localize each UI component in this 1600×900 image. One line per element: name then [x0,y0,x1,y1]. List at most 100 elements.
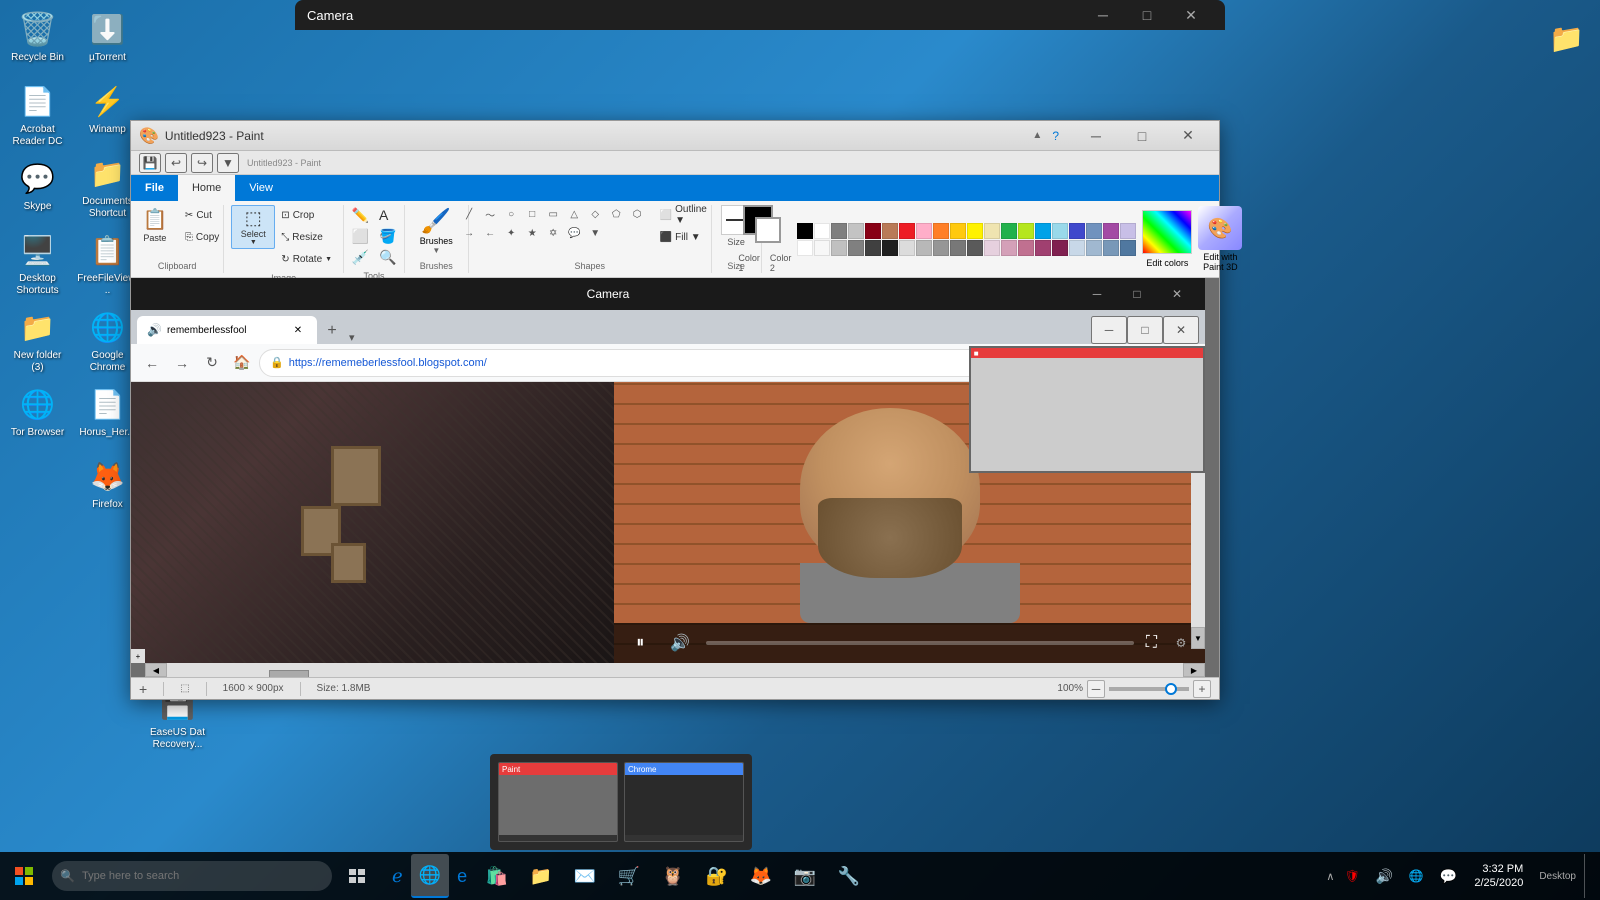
inner-new-tab-button[interactable]: + [319,318,345,344]
taskbar-explorer[interactable]: 📁 [519,854,563,898]
taskbar-chrome[interactable]: 🌐 [411,854,449,898]
scroll-left-btn[interactable]: ◀ [145,663,167,677]
system-clock[interactable]: 3:32 PM 2/25/2020 [1466,862,1531,891]
inner-win-close[interactable]: ✕ [1163,316,1199,344]
taskbar-misc[interactable]: 🔧 [827,854,871,898]
taskbar-edge2[interactable]: e [449,854,475,898]
swatch-steelblue[interactable] [1086,223,1102,239]
qa-redo-button[interactable]: ↪ [191,153,213,173]
desktop-icon-new-folder[interactable]: 📁 New folder (3) [5,303,70,378]
outline-button[interactable]: ⬜ Outline ▼ [656,205,721,225]
inner-camera-maximize[interactable]: □ [1117,280,1157,308]
magnifier-button[interactable]: 🔍 [375,247,400,267]
taskbar-store[interactable]: 🛍️ [475,854,519,898]
eraser-button[interactable]: ⬜ [348,226,373,246]
scroll-down-btn[interactable]: ▼ [1191,627,1205,649]
tray-network[interactable]: 🌐 [1402,862,1430,890]
inner-home-button[interactable]: 🏠 [229,350,255,376]
swatch-black[interactable] [797,223,813,239]
color2-block[interactable] [755,217,781,243]
inner-tab-more-button[interactable]: ▾ [349,331,355,344]
edit-colors-button[interactable] [1142,210,1192,254]
swatch-gray2[interactable] [933,240,949,256]
desktop-icon-topright[interactable]: 📁 [1534,14,1599,84]
shape-callout[interactable]: 💬 [564,224,584,242]
zoom-slider[interactable] [1109,687,1189,691]
inner-win-maximize[interactable]: □ [1127,316,1163,344]
swatch-brown[interactable] [882,223,898,239]
show-desktop-button[interactable] [1584,854,1592,898]
eyedropper-button[interactable]: 💉 [348,247,373,267]
swatch-lightgray[interactable] [848,223,864,239]
resize-button[interactable]: ⤡ Resize [277,227,336,247]
paint-close-button[interactable]: ✕ [1165,121,1211,151]
swatch-white2[interactable] [797,240,813,256]
taskbar-camera[interactable]: 📷 [783,854,827,898]
swatch-rose4[interactable] [1035,240,1051,256]
swatch-amber[interactable] [950,223,966,239]
tray-volume[interactable]: 🔊 [1370,862,1398,890]
inner-camera-close[interactable]: ✕ [1157,280,1197,308]
swatch-purple[interactable] [1103,223,1119,239]
shape-triangle[interactable]: △ [564,205,584,223]
swatch-gainsboro[interactable] [899,240,915,256]
swatch-mid-gray[interactable] [848,240,864,256]
desktop-icon-tor[interactable]: 🌐 Tor Browser [5,380,70,450]
qa-save-button[interactable]: 💾 [139,153,161,173]
shape-more[interactable]: ▼ [585,224,605,242]
shape-arrow-left[interactable]: ← [480,224,500,242]
camera-close-button[interactable]: ✕ [1169,1,1213,29]
camera-maximize-button[interactable]: □ [1125,1,1169,29]
inner-forward-button[interactable]: → [169,350,195,376]
swatch-blue2[interactable] [1086,240,1102,256]
swatch-blue1[interactable] [1069,240,1085,256]
swatch-green[interactable] [1001,223,1017,239]
zoom-in-button[interactable]: + [1193,680,1211,698]
shape-star4[interactable]: ✦ [501,224,521,242]
shape-rounded-rect[interactable]: ▭ [543,205,563,223]
fill-button[interactable]: 🪣 [375,226,400,246]
swatch-nearblack[interactable] [882,240,898,256]
statusbar-add-btn[interactable]: + [139,681,147,697]
fill-shape-button[interactable]: ⬛ Fill ▼ [656,227,721,247]
volume-button[interactable]: 🔊 [666,629,694,657]
swatch-blue[interactable] [1035,223,1051,239]
inner-back-button[interactable]: ← [139,350,165,376]
shape-pentagon[interactable]: ⬠ [606,205,626,223]
paint-minimize-button[interactable]: ─ [1073,121,1119,151]
swatch-blue3[interactable] [1103,240,1119,256]
copy-button[interactable]: ⎘ Copy [181,227,223,247]
paint-maximize-button[interactable]: □ [1119,121,1165,151]
desktop-icon-utorrent[interactable]: ⬇️ µTorrent [75,5,140,75]
swatch-darkred[interactable] [865,223,881,239]
swatch-orange[interactable] [933,223,949,239]
chevron-up-icon[interactable]: ∧ [1326,870,1334,883]
swatch-rose1[interactable] [984,240,1000,256]
play-pause-button[interactable]: ⏸ [626,629,654,657]
shape-star5[interactable]: ★ [522,224,542,242]
text-button[interactable]: A [375,205,392,225]
inner-win-minimize[interactable]: ─ [1091,316,1127,344]
taskbar-amazon[interactable]: 🛒 [607,854,651,898]
swatch-gray4[interactable] [967,240,983,256]
paint-help-icon[interactable]: ? [1052,129,1059,143]
swatch-darkgray[interactable] [865,240,881,256]
shape-arrow-right[interactable]: → [459,224,479,242]
swatch-yellow[interactable] [967,223,983,239]
shape-star6[interactable]: ✡ [543,224,563,242]
swatch-indigo[interactable] [1069,223,1085,239]
swatch-gray[interactable] [831,223,847,239]
shape-hexagon[interactable]: ⬡ [627,205,647,223]
inner-camera-minimize[interactable]: ─ [1077,280,1117,308]
zoom-out-button[interactable]: ─ [1087,680,1105,698]
taskbar-kaspersky[interactable]: 🔐 [695,854,739,898]
swatch-nearwhite[interactable] [814,240,830,256]
shape-curve[interactable]: 〜 [480,205,500,223]
swatch-rose2[interactable] [1001,240,1017,256]
inner-omnibox[interactable]: 🔒 https://rememeberlessfool.blogspot.com… [259,349,1083,377]
shape-oval[interactable]: ○ [501,205,521,223]
inner-reload-button[interactable]: ↻ [199,350,225,376]
crop-button[interactable]: ⊡ Crop [277,205,336,225]
settings-button[interactable]: ⚙ [1169,631,1193,655]
pencil-button[interactable]: ✏️ [348,205,373,225]
